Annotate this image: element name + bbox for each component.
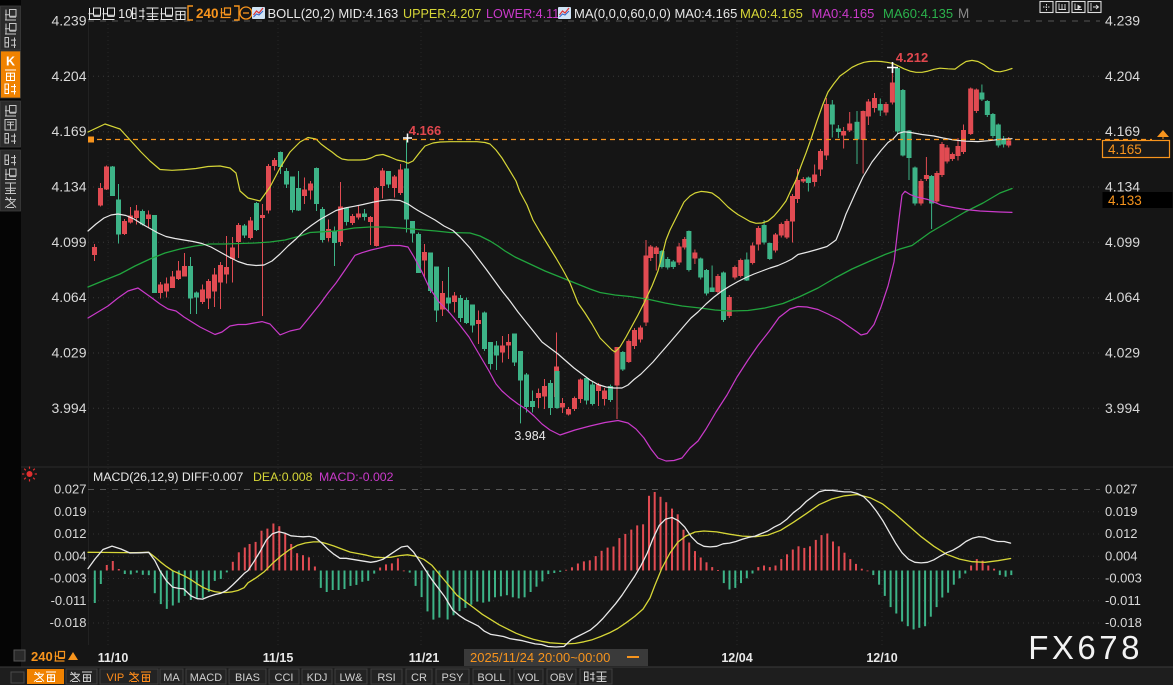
svg-text:10: 10 (118, 6, 132, 21)
svg-text:11/10: 11/10 (98, 651, 129, 665)
svg-text:BOLL: BOLL (477, 672, 505, 684)
svg-text:4.212: 4.212 (896, 50, 929, 65)
svg-text:2025/11/24 20:00~00:00: 2025/11/24 20:00~00:00 (470, 650, 610, 665)
svg-text:LOWER:4.119: LOWER:4.119 (486, 7, 566, 21)
svg-text:MA0:4.165: MA0:4.165 (812, 6, 875, 21)
svg-text:11/15: 11/15 (263, 651, 294, 665)
svg-text:4.165: 4.165 (1108, 142, 1142, 157)
svg-text:VIP: VIP (107, 672, 125, 684)
svg-text:4.166: 4.166 (409, 123, 442, 138)
svg-text:4.169: 4.169 (51, 123, 86, 139)
svg-text:3.994: 3.994 (51, 400, 86, 416)
svg-text:3.984: 3.984 (514, 429, 545, 443)
svg-text:RSI: RSI (377, 672, 395, 684)
svg-text:LW&: LW& (339, 672, 363, 684)
svg-text:4.029: 4.029 (1105, 345, 1140, 361)
svg-text:0.019: 0.019 (54, 504, 87, 519)
svg-text:CR: CR (411, 672, 427, 684)
svg-text:MA(0,0,0,60,0,0) MA0:4.165: MA(0,0,0,60,0,0) MA0:4.165 (574, 6, 737, 21)
svg-text:240: 240 (196, 6, 219, 21)
svg-text:MACD:-0.002: MACD:-0.002 (319, 470, 394, 484)
svg-text:CCI: CCI (275, 672, 294, 684)
svg-text:BOLL(20,2) MID:4.163: BOLL(20,2) MID:4.163 (268, 6, 399, 21)
svg-text:4.064: 4.064 (51, 289, 86, 305)
svg-text:MA60:4.135: MA60:4.135 (883, 6, 953, 21)
svg-text:3.994: 3.994 (1105, 400, 1140, 416)
svg-text:MA: MA (163, 672, 180, 684)
svg-text:4.099: 4.099 (51, 234, 86, 250)
svg-text:KDJ: KDJ (307, 672, 328, 684)
svg-text:0.019: 0.019 (1105, 504, 1138, 519)
svg-text:DEA:0.008: DEA:0.008 (253, 470, 313, 484)
svg-text:0.004: 0.004 (1105, 548, 1138, 563)
svg-text:12/10: 12/10 (866, 651, 897, 665)
svg-text:FX678: FX678 (1028, 629, 1143, 666)
svg-text:MACD: MACD (190, 672, 222, 684)
svg-text:-0.003: -0.003 (50, 571, 87, 586)
svg-text:4.099: 4.099 (1105, 234, 1140, 250)
svg-text:M: M (958, 6, 969, 21)
svg-text:4.204: 4.204 (51, 68, 86, 84)
svg-text:-0.018: -0.018 (50, 615, 87, 630)
svg-text:4.169: 4.169 (1105, 123, 1140, 139)
svg-text:12/04: 12/04 (721, 651, 752, 665)
svg-text:0.012: 0.012 (1105, 526, 1138, 541)
svg-text:4.134: 4.134 (51, 179, 86, 195)
svg-text:4.204: 4.204 (1105, 68, 1140, 84)
svg-text:-0.018: -0.018 (1105, 615, 1142, 630)
svg-text:UPPER:4.207: UPPER:4.207 (403, 7, 481, 21)
svg-text:240: 240 (31, 649, 53, 664)
svg-text:0.027: 0.027 (1105, 482, 1138, 497)
svg-text:0.027: 0.027 (54, 482, 87, 497)
svg-text:OBV: OBV (550, 672, 574, 684)
svg-text:MA0:4.165: MA0:4.165 (740, 6, 803, 21)
svg-text:PSY: PSY (441, 672, 464, 684)
svg-text:4.239: 4.239 (1105, 13, 1140, 29)
svg-text:BIAS: BIAS (235, 672, 260, 684)
svg-text:4.239: 4.239 (51, 13, 86, 29)
svg-text:0.012: 0.012 (54, 526, 87, 541)
svg-text:0.004: 0.004 (54, 548, 87, 563)
svg-text:4.064: 4.064 (1105, 289, 1140, 305)
svg-text:-0.011: -0.011 (51, 593, 87, 608)
svg-text:11/21: 11/21 (409, 651, 440, 665)
svg-text:4.133: 4.133 (1108, 193, 1142, 208)
svg-text:MACD(26,12,9) DIFF:0.007: MACD(26,12,9) DIFF:0.007 (93, 470, 244, 484)
svg-text:4.029: 4.029 (51, 345, 86, 361)
svg-text:-0.003: -0.003 (1105, 571, 1142, 586)
svg-text:VOL: VOL (517, 672, 539, 684)
svg-text:-0.011: -0.011 (1105, 593, 1141, 608)
svg-text:K: K (6, 55, 15, 69)
